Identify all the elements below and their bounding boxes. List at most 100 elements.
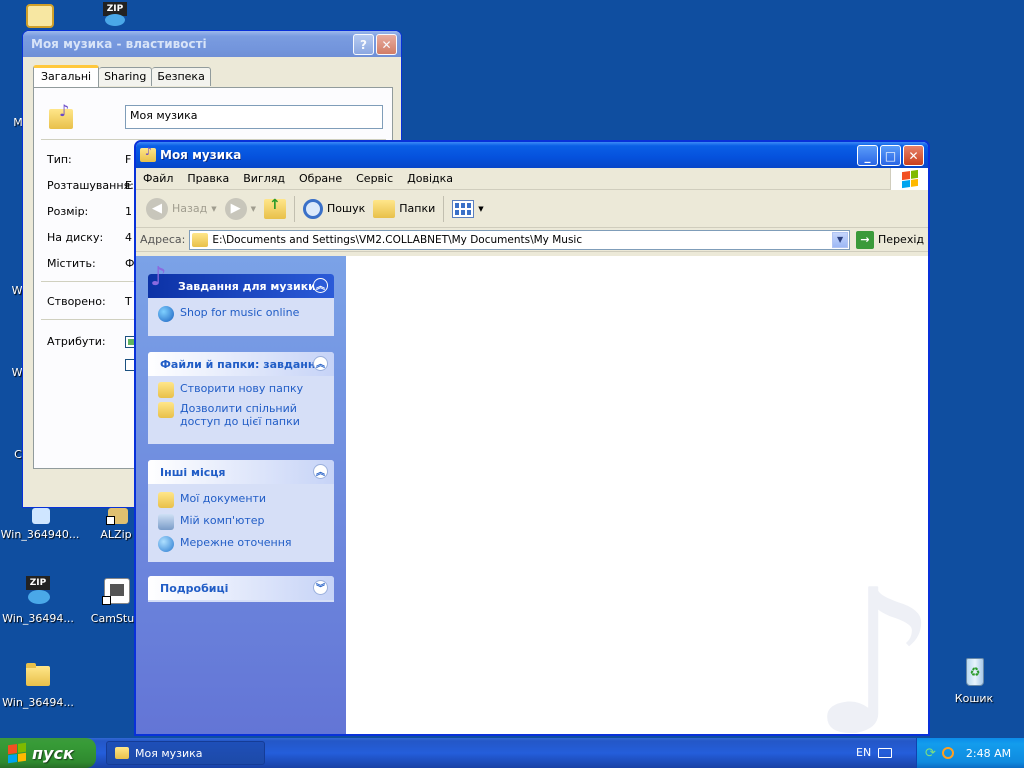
properties-titlebar[interactable]: Моя музика - властивості ? ✕ <box>23 31 401 57</box>
share-folder-icon <box>158 402 174 418</box>
maximize-button[interactable]: □ <box>880 145 901 166</box>
music-tasks-header[interactable]: ♪ Завдання для музики ︽ <box>148 262 334 298</box>
back-arrow-icon: ◀ <box>146 197 168 220</box>
globe-icon <box>158 306 174 322</box>
menu-file[interactable]: Файл <box>136 172 180 185</box>
address-path: E:\Documents and Settings\VM2.COLLABNET\… <box>212 233 583 246</box>
menu-view[interactable]: Вигляд <box>236 172 292 185</box>
camstudio-shortcut-icon: ↗ <box>100 576 132 608</box>
up-folder-button[interactable]: ↑ <box>260 197 290 219</box>
taskbar: пуск Моя музика EN ⟳ 2:48 AM <box>0 738 1024 768</box>
properties-title: Моя музика - властивості <box>31 37 207 51</box>
label-attributes: Атрибути: <box>47 335 106 348</box>
new-folder-icon <box>158 382 174 398</box>
label-contains: Містить: <box>47 257 96 270</box>
search-tray-icon[interactable] <box>941 747 954 759</box>
my-documents-link[interactable]: Мої документи <box>148 484 334 510</box>
desktop-icon-win-folder[interactable]: Win_36494... <box>0 660 78 709</box>
up-folder-icon: ↑ <box>264 197 286 219</box>
address-label: Адреса: <box>140 233 186 246</box>
file-tasks-panel: Файли й папки: завдання ︽ Створити нову … <box>148 352 334 444</box>
minimize-button[interactable]: _ <box>857 145 878 166</box>
windows-logo-icon <box>8 742 26 764</box>
value-location: E <box>125 179 132 192</box>
menu-help[interactable]: Довідка <box>400 172 460 185</box>
desktop-icon-win-installer[interactable]: Win_364940... <box>0 504 80 541</box>
close-button[interactable]: ✕ <box>903 145 924 166</box>
search-button[interactable]: Пошук <box>299 198 369 219</box>
back-button[interactable]: ◀ Назад ▼ <box>142 197 221 220</box>
collapse-icon[interactable]: ︽ <box>313 278 328 293</box>
folders-icon <box>373 199 396 218</box>
desktop-icon-clock[interactable] <box>0 4 80 32</box>
start-button[interactable]: пуск <box>0 738 96 768</box>
music-tasks-panel: ♪ Завдання для музики ︽ Shop for music o… <box>148 262 334 336</box>
folders-button[interactable]: Папки <box>369 199 439 218</box>
menu-bar: Файл Правка Вигляд Обране Сервіс Довідка <box>136 168 928 190</box>
properties-tabs: Загальні Sharing Безпека <box>33 65 211 89</box>
other-places-panel: Інші місця ︽ Мої документи Мій комп'ютер… <box>148 460 334 562</box>
tab-security[interactable]: Безпека <box>152 67 211 86</box>
music-note-icon: ♪ <box>150 262 167 292</box>
my-documents-icon <box>158 492 174 508</box>
chevron-down-icon: ▼ <box>478 204 484 213</box>
address-input[interactable]: E:\Documents and Settings\VM2.COLLABNET\… <box>189 229 851 250</box>
file-list-area[interactable]: ♪ <box>346 256 928 734</box>
my-computer-icon <box>158 514 174 530</box>
shop-music-online-link[interactable]: Shop for music online <box>148 298 334 324</box>
explorer-titlebar[interactable]: ♪ Моя музика _ □ ✕ <box>136 142 928 168</box>
folder-name-input[interactable]: Моя музика <box>125 105 383 129</box>
desktop-icon-recycle-bin[interactable]: ♻ Кошик <box>934 656 1014 705</box>
clock[interactable]: 2:48 AM <box>966 747 1011 760</box>
new-folder-link[interactable]: Створити нову папку <box>148 376 334 400</box>
taskbar-item-my-music[interactable]: Моя музика <box>106 741 265 765</box>
address-dropdown-icon[interactable]: ▼ <box>832 231 849 248</box>
recycle-bin-icon: ♻ <box>958 656 990 688</box>
forward-arrow-icon: ▶ <box>224 197 247 220</box>
expand-icon[interactable]: ︾ <box>313 580 328 595</box>
desktop-icon-win-zip[interactable]: ZIP Win_36494... <box>0 576 78 625</box>
network-places-icon <box>158 536 174 552</box>
music-folder-icon: ♪ <box>49 101 73 129</box>
menu-tools[interactable]: Сервіс <box>349 172 400 185</box>
file-tasks-header[interactable]: Файли й папки: завдання ︽ <box>148 352 334 376</box>
keyboard-icon[interactable] <box>878 748 892 758</box>
network-tray-icon[interactable]: ⟳ <box>925 746 936 761</box>
value-size-on-disk: 4 <box>125 231 132 244</box>
clock-icon <box>26 4 54 28</box>
language-indicator[interactable]: EN <box>856 746 871 759</box>
toolbar-separator <box>443 195 445 222</box>
system-tray: ⟳ 2:48 AM <box>916 738 1024 768</box>
label-type: Тип: <box>47 153 72 166</box>
views-button[interactable]: ▼ <box>448 199 487 218</box>
search-icon <box>303 198 323 219</box>
share-folder-link[interactable]: Дозволити спільний доступ до цієї папки <box>148 400 334 430</box>
help-button[interactable]: ? <box>353 34 374 55</box>
go-arrow-icon: → <box>856 230 875 249</box>
toolbar-separator <box>294 195 295 222</box>
music-folder-icon: ♪ <box>140 145 156 162</box>
menu-favorites[interactable]: Обране <box>292 172 349 185</box>
explorer-title: Моя музика <box>160 148 242 162</box>
close-button[interactable]: ✕ <box>376 34 397 55</box>
collapse-icon[interactable]: ︽ <box>313 464 328 479</box>
toolbar: ◀ Назад ▼ ▶ ▼ ↑ Пошук Папки ▼ <box>136 190 928 228</box>
details-header[interactable]: Подробиці ︾ <box>148 576 334 600</box>
desktop-icon-zip-top[interactable]: ZIP <box>75 2 155 30</box>
music-folder-icon <box>115 747 129 759</box>
music-note-watermark-icon: ♪ <box>810 547 928 735</box>
network-places-link[interactable]: Мережне оточення <box>148 532 334 554</box>
tab-sharing[interactable]: Sharing <box>99 67 153 86</box>
menu-edit[interactable]: Правка <box>180 172 236 185</box>
my-computer-link[interactable]: Мій комп'ютер <box>148 510 334 532</box>
collapse-icon[interactable]: ︽ <box>313 356 328 371</box>
go-button[interactable]: → Перехід <box>856 230 924 249</box>
other-places-header[interactable]: Інші місця ︽ <box>148 460 334 484</box>
label-created: Створено: <box>47 295 106 308</box>
chevron-down-icon: ▼ <box>250 204 256 213</box>
forward-button[interactable]: ▶ ▼ <box>221 197 260 220</box>
label-size: Розмір: <box>47 205 89 218</box>
value-type: F <box>125 153 132 166</box>
label-size-on-disk: На диску: <box>47 231 104 244</box>
tab-general[interactable]: Загальні <box>33 65 100 87</box>
